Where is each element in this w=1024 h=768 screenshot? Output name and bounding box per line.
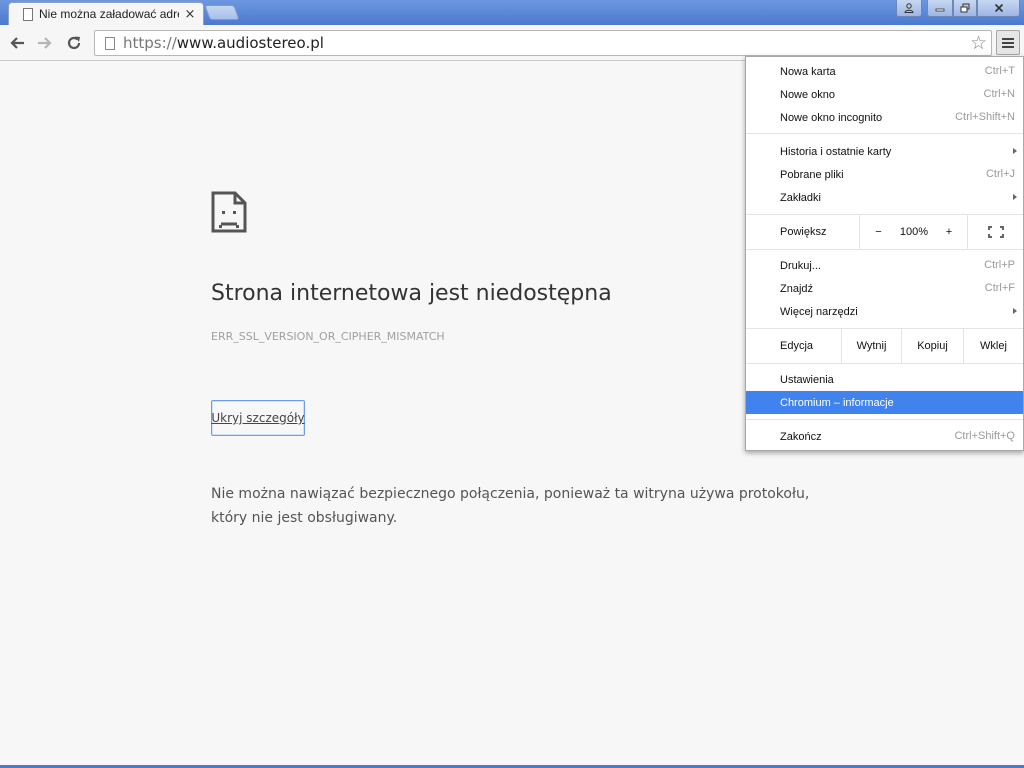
menu-item-label: Chromium – informacje bbox=[780, 396, 894, 409]
menu-item-label: Pobrane pliki bbox=[780, 168, 844, 181]
menu-item-label: Ustawienia bbox=[780, 373, 834, 386]
profile-button[interactable] bbox=[896, 0, 922, 17]
menu-item-new-window[interactable]: Nowe okno Ctrl+N bbox=[746, 83, 1023, 106]
edit-label: Edycja bbox=[780, 340, 814, 352]
menu-item-label: Zakończ bbox=[780, 430, 822, 443]
sad-page-icon bbox=[211, 191, 247, 233]
back-button[interactable] bbox=[6, 32, 28, 54]
menu-item-more-tools[interactable]: Więcej narzędzi bbox=[746, 300, 1023, 323]
submenu-arrow-icon bbox=[1013, 308, 1017, 314]
zoom-out-button[interactable]: − bbox=[859, 215, 897, 249]
menu-item-label: Drukuj... bbox=[780, 259, 821, 272]
menu-zoom-row: Powiększ − 100% + bbox=[746, 215, 1023, 249]
arrow-right-icon bbox=[38, 37, 52, 49]
menu-item-shortcut: Ctrl+T bbox=[984, 65, 1015, 77]
title-bar: Nie można załadować adresu × bbox=[0, 0, 1024, 25]
menu-item-label: Nowe okno bbox=[780, 88, 836, 101]
zoom-in-button[interactable]: + bbox=[931, 215, 967, 249]
menu-item-label: Nowe okno incognito bbox=[780, 111, 883, 124]
minimize-button[interactable] bbox=[927, 0, 953, 17]
error-code: ERR_SSL_VERSION_OR_CIPHER_MISMATCH bbox=[211, 330, 445, 343]
forward-button[interactable] bbox=[34, 32, 56, 54]
menu-item-find[interactable]: Znajdź Ctrl+F bbox=[746, 277, 1023, 300]
menu-item-shortcut: Ctrl+Shift+N bbox=[955, 111, 1015, 123]
menu-item-settings[interactable]: Ustawienia bbox=[746, 368, 1023, 391]
address-bar[interactable]: https://www.audiostereo.pl ☆ bbox=[94, 30, 992, 56]
menu-item-label: Zakładki bbox=[780, 191, 821, 204]
hamburger-icon-line bbox=[1002, 41, 1014, 44]
new-tab-button[interactable] bbox=[204, 5, 240, 20]
menu-item-label: Nowa karta bbox=[780, 65, 836, 78]
close-icon bbox=[994, 3, 1003, 13]
close-window-button[interactable] bbox=[977, 0, 1020, 17]
bookmark-star-icon[interactable]: ☆ bbox=[970, 32, 987, 54]
menu-item-shortcut: Ctrl+P bbox=[984, 259, 1015, 271]
page-icon bbox=[105, 36, 115, 50]
menu-item-bookmarks[interactable]: Zakładki bbox=[746, 186, 1023, 209]
zoom-level: 100% bbox=[899, 226, 929, 238]
menu-item-incognito[interactable]: Nowe okno incognito Ctrl+Shift+N bbox=[746, 106, 1023, 129]
menu-divider bbox=[746, 133, 1023, 134]
error-details-text: Nie można nawiązać bezpiecznego połączen… bbox=[211, 486, 810, 526]
hamburger-icon bbox=[1002, 37, 1014, 40]
arrow-left-icon bbox=[10, 37, 24, 49]
menu-divider bbox=[746, 249, 1023, 250]
menu-item-label: Znajdź bbox=[780, 282, 814, 295]
fullscreen-button[interactable] bbox=[967, 215, 1023, 249]
hamburger-icon-line bbox=[1002, 45, 1014, 48]
cut-button[interactable]: Wytnij bbox=[841, 329, 901, 363]
menu-divider bbox=[746, 419, 1023, 420]
menu-edit-row: Edycja Wytnij Kopiuj Wklej bbox=[746, 329, 1023, 363]
chrome-menu: Nowa karta Ctrl+T Nowe okno Ctrl+N Nowe … bbox=[745, 56, 1024, 451]
menu-item-shortcut: Ctrl+J bbox=[985, 168, 1015, 180]
menu-item-shortcut: Ctrl+Shift+Q bbox=[954, 430, 1015, 442]
menu-item-new-tab[interactable]: Nowa karta Ctrl+T bbox=[746, 60, 1023, 83]
menu-item-downloads[interactable]: Pobrane pliki Ctrl+J bbox=[746, 163, 1023, 186]
browser-tab[interactable]: Nie można załadować adresu × bbox=[8, 2, 204, 25]
menu-item-label: Więcej narzędzi bbox=[780, 305, 858, 318]
submenu-arrow-icon bbox=[1013, 148, 1017, 154]
restore-button[interactable] bbox=[953, 0, 977, 17]
page-icon bbox=[23, 7, 33, 21]
menu-item-label: Historia i ostatnie karty bbox=[780, 145, 892, 158]
url-host: www.audiostereo.pl bbox=[176, 34, 324, 52]
paste-button[interactable]: Wklej bbox=[963, 329, 1023, 363]
menu-item-exit[interactable]: Zakończ Ctrl+Shift+Q bbox=[746, 425, 1023, 448]
submenu-arrow-icon bbox=[1013, 194, 1017, 200]
menu-item-print[interactable]: Drukuj... Ctrl+P bbox=[746, 254, 1023, 277]
menu-item-shortcut: Ctrl+F bbox=[984, 282, 1015, 294]
restore-icon bbox=[960, 3, 970, 13]
error-heading: Strona internetowa jest niedostępna bbox=[211, 281, 612, 306]
menu-divider bbox=[746, 363, 1023, 364]
person-icon bbox=[904, 3, 914, 13]
menu-item-shortcut: Ctrl+N bbox=[983, 88, 1015, 100]
tab-title: Nie można załadować adresu bbox=[39, 7, 179, 21]
zoom-label: Powiększ bbox=[780, 226, 827, 238]
reload-button[interactable] bbox=[63, 32, 85, 54]
fullscreen-icon bbox=[987, 226, 1004, 238]
url-text[interactable]: https://www.audiostereo.pl bbox=[123, 34, 324, 52]
menu-item-about[interactable]: Chromium – informacje bbox=[746, 391, 1023, 414]
url-scheme: https:// bbox=[123, 34, 177, 52]
chrome-menu-button[interactable] bbox=[996, 30, 1020, 55]
hide-details-button[interactable]: Ukryj szczegóły bbox=[211, 400, 305, 436]
copy-button[interactable]: Kopiuj bbox=[901, 329, 963, 363]
menu-item-history[interactable]: Historia i ostatnie karty bbox=[746, 140, 1023, 163]
reload-icon bbox=[67, 36, 81, 50]
minimize-icon bbox=[935, 8, 945, 12]
tab-close-icon[interactable]: × bbox=[183, 7, 197, 22]
